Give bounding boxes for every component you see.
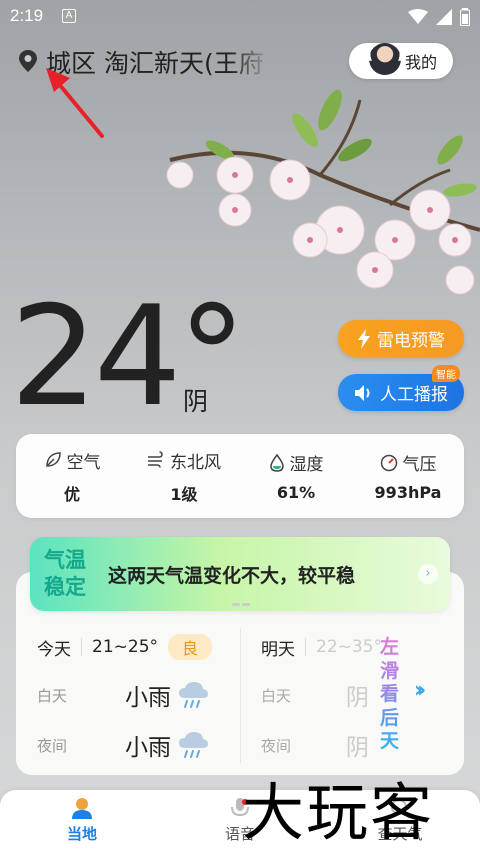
signal-icon	[436, 9, 452, 25]
swipe-hint[interactable]: 左滑看后天	[380, 636, 404, 754]
nighttime-label: 夜间	[37, 736, 68, 755]
today-temp-range: 21~25°	[92, 637, 159, 657]
thunder-warning-label: 雷电预警	[377, 331, 445, 351]
wifi-icon	[408, 9, 428, 24]
status-icons	[408, 8, 470, 26]
status-bar: 2:19 A	[0, 0, 480, 34]
tomorrow-label: 明天	[261, 639, 295, 660]
mine-button[interactable]: 我的	[349, 43, 453, 79]
metric-value: 993hPa	[374, 483, 442, 502]
annotation-arrow-icon	[46, 68, 104, 138]
metric-humidity[interactable]: 湿度 61%	[246, 450, 346, 502]
metric-label: 东北风	[170, 452, 221, 473]
nighttime-label: 夜间	[261, 736, 292, 755]
location-person-icon	[72, 798, 92, 819]
metric-label: 空气	[66, 452, 101, 473]
notification-icon: A	[62, 9, 76, 23]
metric-wind[interactable]: 东北风 1级	[134, 448, 234, 505]
watermark: 大玩客	[242, 776, 435, 849]
speaker-icon	[355, 384, 370, 401]
metric-pressure[interactable]: 气压 993hPa	[358, 450, 458, 502]
wind-icon	[148, 451, 163, 468]
humidity-drop-icon	[269, 453, 284, 472]
avatar	[369, 43, 401, 75]
tip-text: 这两天气温变化不大，较平稳	[108, 565, 356, 587]
metric-value: 1级	[170, 484, 198, 504]
rain-cloud-icon	[179, 732, 208, 758]
divider	[240, 628, 241, 763]
metric-value: 优	[63, 484, 80, 504]
ai-broadcast-label: 人工播报	[380, 385, 448, 405]
location-pin-icon[interactable]	[18, 49, 38, 73]
divider	[305, 638, 306, 656]
metric-value: 61%	[276, 483, 316, 502]
tip-banner[interactable]: 气温稳定 这两天气温变化不大，较平稳 ›	[30, 537, 450, 611]
status-time: 2:19	[10, 6, 44, 25]
nav-local[interactable]: 当地	[42, 796, 122, 844]
battery-icon	[460, 8, 470, 26]
nighttime-weather: 小雨	[125, 735, 171, 761]
pressure-gauge-icon	[380, 454, 397, 471]
metric-air[interactable]: 空气 优	[22, 448, 122, 505]
divider	[81, 638, 82, 656]
leaf-icon	[45, 452, 61, 467]
mine-label: 我的	[405, 53, 438, 72]
daytime-label: 白天	[37, 686, 68, 705]
current-condition: 阴	[183, 387, 209, 416]
forecast-tomorrow[interactable]: 明天 22~35° 白天 阴 夜间 阴	[261, 634, 396, 760]
metrics-card: 空气 优 东北风 1级 湿度 61% 气压 993hPa	[16, 434, 464, 518]
metric-label: 气压	[402, 455, 437, 475]
rain-cloud-icon	[179, 682, 208, 708]
aqi-badge: 良	[168, 634, 213, 660]
today-label: 今天	[37, 639, 71, 660]
daytime-label: 白天	[261, 686, 292, 705]
double-chevron-right-icon[interactable]: ››	[414, 678, 426, 703]
nav-label: 当地	[66, 825, 97, 843]
tip-tag: 气温稳定	[44, 548, 86, 599]
chevron-right-icon[interactable]: ›	[418, 564, 438, 584]
page-indicator	[232, 603, 250, 606]
thunder-warning-button[interactable]: 雷电预警	[338, 320, 464, 357]
forecast-today[interactable]: 今天 21~25° 良 白天 小雨 夜间 小雨	[37, 634, 213, 761]
smart-badge: 智能	[432, 365, 460, 382]
metric-label: 湿度	[289, 455, 324, 475]
daytime-weather: 小雨	[125, 685, 171, 711]
tomorrow-temp-range: 22~35°	[316, 637, 383, 657]
lightning-icon	[358, 328, 370, 349]
